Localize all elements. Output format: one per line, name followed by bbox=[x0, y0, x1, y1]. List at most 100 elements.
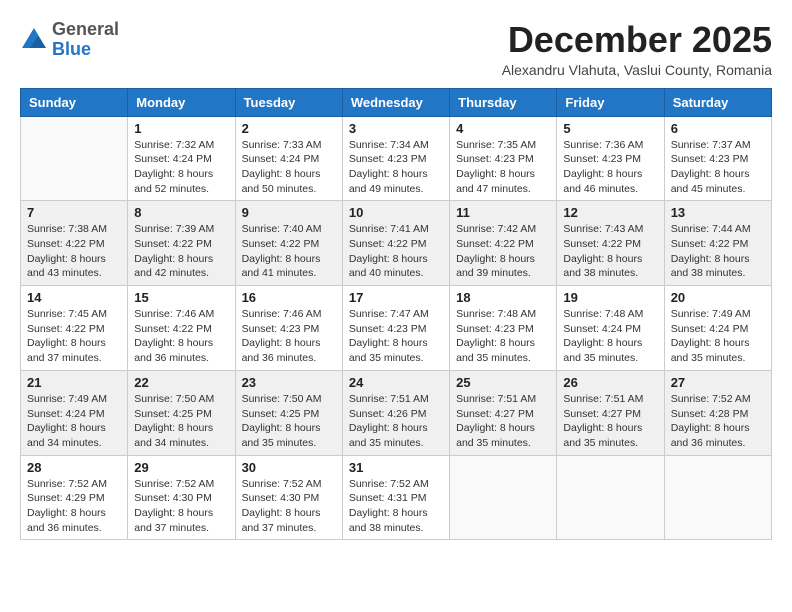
day-info: Sunrise: 7:42 AMSunset: 4:22 PMDaylight:… bbox=[456, 222, 550, 281]
table-row bbox=[664, 455, 771, 540]
day-number: 24 bbox=[349, 375, 443, 390]
daylight-text: Daylight: 8 hours and 45 minutes. bbox=[671, 167, 765, 196]
table-row bbox=[450, 455, 557, 540]
sunset-text: Sunset: 4:30 PM bbox=[134, 491, 228, 506]
daylight-text: Daylight: 8 hours and 52 minutes. bbox=[134, 167, 228, 196]
day-number: 6 bbox=[671, 121, 765, 136]
daylight-text: Daylight: 8 hours and 41 minutes. bbox=[242, 252, 336, 281]
table-row: 7Sunrise: 7:38 AMSunset: 4:22 PMDaylight… bbox=[21, 201, 128, 286]
table-row: 16Sunrise: 7:46 AMSunset: 4:23 PMDayligh… bbox=[235, 286, 342, 371]
day-number: 28 bbox=[27, 460, 121, 475]
day-info: Sunrise: 7:47 AMSunset: 4:23 PMDaylight:… bbox=[349, 307, 443, 366]
day-info: Sunrise: 7:46 AMSunset: 4:22 PMDaylight:… bbox=[134, 307, 228, 366]
day-info: Sunrise: 7:48 AMSunset: 4:23 PMDaylight:… bbox=[456, 307, 550, 366]
table-row: 21 Sunrise: 7:49 AMSunset: 4:24 PMDayligh… bbox=[21, 370, 128, 455]
day-number: 8 bbox=[134, 205, 228, 220]
day-info: Sunrise: 7:45 AMSunset: 4:22 PMDaylight:… bbox=[27, 307, 121, 366]
table-row: 23Sunrise: 7:50 AMSunset: 4:25 PMDayligh… bbox=[235, 370, 342, 455]
table-row: 30Sunrise: 7:52 AMSunset: 4:30 PMDayligh… bbox=[235, 455, 342, 540]
day-number: 21 bbox=[27, 375, 121, 390]
daylight-text: Daylight: 8 hours and 39 minutes. bbox=[456, 252, 550, 281]
table-row: 4Sunrise: 7:35 AMSunset: 4:23 PMDaylight… bbox=[450, 116, 557, 201]
sunset-text: Sunset: 4:22 PM bbox=[134, 237, 228, 252]
sunset-text: Sunset: 4:23 PM bbox=[349, 152, 443, 167]
calendar-header-row: Sunday Monday Tuesday Wednesday Thursday… bbox=[21, 88, 772, 116]
month-year: December 2025 bbox=[502, 20, 772, 60]
day-info: Sunrise: 7:52 AMSunset: 4:28 PMDaylight:… bbox=[671, 392, 765, 451]
table-row: 10Sunrise: 7:41 AMSunset: 4:22 PMDayligh… bbox=[342, 201, 449, 286]
col-friday: Friday bbox=[557, 88, 664, 116]
table-row: 25 Sunrise: 7:51 AMSunset: 4:27 PMDayligh… bbox=[450, 370, 557, 455]
sunrise-text: Sunrise: 7:46 AM bbox=[134, 307, 228, 322]
table-row: 22Sunrise: 7:50 AMSunset: 4:25 PMDayligh… bbox=[128, 370, 235, 455]
sunrise-text: Sunrise: 7:45 AM bbox=[27, 307, 121, 322]
sunset-text: Sunset: 4:22 PM bbox=[349, 237, 443, 252]
daylight-text: Daylight: 8 hours and 35 minutes. bbox=[349, 421, 443, 450]
day-number: 14 bbox=[27, 290, 121, 305]
daylight-text: Daylight: 8 hours and 43 minutes. bbox=[27, 252, 121, 281]
day-number: 7 bbox=[27, 205, 121, 220]
day-info: Sunrise: 7:51 AMSunset: 4:27 PMDaylight:… bbox=[563, 392, 657, 451]
day-info: Sunrise: 7:33 AMSunset: 4:24 PMDaylight:… bbox=[242, 138, 336, 197]
table-row: 3 Sunrise: 7:34 AMSunset: 4:23 PMDaylight… bbox=[342, 116, 449, 201]
daylight-text: Daylight: 8 hours and 46 minutes. bbox=[563, 167, 657, 196]
day-info: Sunrise: 7:37 AMSunset: 4:23 PMDaylight:… bbox=[671, 138, 765, 197]
day-number: 2 bbox=[242, 121, 336, 136]
sunset-text: Sunset: 4:27 PM bbox=[563, 407, 657, 422]
col-thursday: Thursday bbox=[450, 88, 557, 116]
day-number: 25 bbox=[456, 375, 550, 390]
day-info: Sunrise: 7:48 AMSunset: 4:24 PMDaylight:… bbox=[563, 307, 657, 366]
sunset-text: Sunset: 4:23 PM bbox=[671, 152, 765, 167]
table-row: 31Sunrise: 7:52 AMSunset: 4:31 PMDayligh… bbox=[342, 455, 449, 540]
logo-text: General Blue bbox=[52, 20, 119, 60]
sunset-text: Sunset: 4:24 PM bbox=[134, 152, 228, 167]
day-info: Sunrise: 7:49 AMSunset: 4:24 PMDaylight:… bbox=[27, 392, 121, 451]
sunrise-text: Sunrise: 7:39 AM bbox=[134, 222, 228, 237]
sunrise-text: Sunrise: 7:52 AM bbox=[671, 392, 765, 407]
day-number: 3 bbox=[349, 121, 443, 136]
sunrise-text: Sunrise: 7:52 AM bbox=[349, 477, 443, 492]
daylight-text: Daylight: 8 hours and 37 minutes. bbox=[134, 506, 228, 535]
sunrise-text: Sunrise: 7:47 AM bbox=[349, 307, 443, 322]
col-wednesday: Wednesday bbox=[342, 88, 449, 116]
table-row: 29Sunrise: 7:52 AMSunset: 4:30 PMDayligh… bbox=[128, 455, 235, 540]
logo: General Blue bbox=[20, 20, 119, 60]
daylight-text: Daylight: 8 hours and 42 minutes. bbox=[134, 252, 228, 281]
sunset-text: Sunset: 4:28 PM bbox=[671, 407, 765, 422]
day-number: 4 bbox=[456, 121, 550, 136]
day-number: 18 bbox=[456, 290, 550, 305]
table-row: 6 Sunrise: 7:37 AMSunset: 4:23 PMDaylight… bbox=[664, 116, 771, 201]
sunset-text: Sunset: 4:22 PM bbox=[456, 237, 550, 252]
day-number: 5 bbox=[563, 121, 657, 136]
sunset-text: Sunset: 4:25 PM bbox=[242, 407, 336, 422]
table-row bbox=[557, 455, 664, 540]
sunset-text: Sunset: 4:31 PM bbox=[349, 491, 443, 506]
daylight-text: Daylight: 8 hours and 38 minutes. bbox=[349, 506, 443, 535]
col-sunday: Sunday bbox=[21, 88, 128, 116]
day-number: 10 bbox=[349, 205, 443, 220]
day-number: 20 bbox=[671, 290, 765, 305]
table-row: 8 Sunrise: 7:39 AMSunset: 4:22 PMDaylight… bbox=[128, 201, 235, 286]
table-row: 2 Sunrise: 7:33 AMSunset: 4:24 PMDaylight… bbox=[235, 116, 342, 201]
sunrise-text: Sunrise: 7:52 AM bbox=[27, 477, 121, 492]
day-number: 1 bbox=[134, 121, 228, 136]
day-info: Sunrise: 7:51 AMSunset: 4:27 PMDaylight:… bbox=[456, 392, 550, 451]
col-saturday: Saturday bbox=[664, 88, 771, 116]
day-info: Sunrise: 7:34 AMSunset: 4:23 PMDaylight:… bbox=[349, 138, 443, 197]
sunset-text: Sunset: 4:24 PM bbox=[563, 322, 657, 337]
sunrise-text: Sunrise: 7:33 AM bbox=[242, 138, 336, 153]
daylight-text: Daylight: 8 hours and 35 minutes. bbox=[456, 421, 550, 450]
daylight-text: Daylight: 8 hours and 35 minutes. bbox=[671, 336, 765, 365]
daylight-text: Daylight: 8 hours and 35 minutes. bbox=[563, 421, 657, 450]
day-info: Sunrise: 7:32 AMSunset: 4:24 PMDaylight:… bbox=[134, 138, 228, 197]
day-info: Sunrise: 7:50 AMSunset: 4:25 PMDaylight:… bbox=[134, 392, 228, 451]
title-block: December 2025 Alexandru Vlahuta, Vaslui … bbox=[502, 20, 772, 78]
sunrise-text: Sunrise: 7:51 AM bbox=[456, 392, 550, 407]
day-info: Sunrise: 7:52 AMSunset: 4:30 PMDaylight:… bbox=[242, 477, 336, 536]
table-row: 27 Sunrise: 7:52 AMSunset: 4:28 PMDayligh… bbox=[664, 370, 771, 455]
sunrise-text: Sunrise: 7:49 AM bbox=[671, 307, 765, 322]
daylight-text: Daylight: 8 hours and 36 minutes. bbox=[27, 506, 121, 535]
sunset-text: Sunset: 4:22 PM bbox=[27, 237, 121, 252]
daylight-text: Daylight: 8 hours and 34 minutes. bbox=[27, 421, 121, 450]
day-number: 27 bbox=[671, 375, 765, 390]
